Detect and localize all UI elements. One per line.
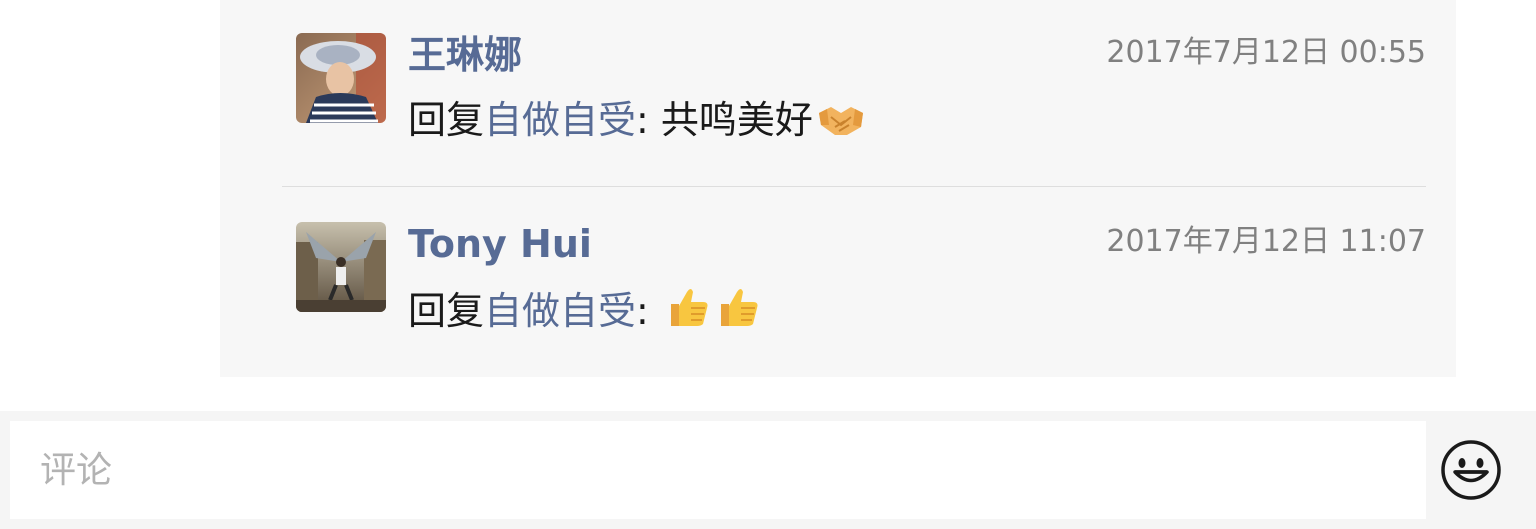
comment-text: 共鸣美好 bbox=[660, 98, 813, 142]
handshake-emoji bbox=[817, 99, 865, 151]
comment-divider bbox=[282, 186, 1426, 187]
reply-target-link[interactable]: 自做自受 bbox=[484, 289, 636, 333]
comment-time: 2017年7月12日 00:55 bbox=[1106, 35, 1426, 70]
reply-prefix: 回复 bbox=[408, 98, 485, 142]
comment-input-bar bbox=[0, 411, 1536, 529]
thumbs-up-emoji bbox=[665, 284, 711, 342]
reply-separator: : bbox=[636, 98, 661, 142]
comments-panel: 王琳娜 2017年7月12日 00:55 回复自做自受: 共鸣美好 Tony H… bbox=[220, 0, 1456, 377]
moments-comment-page: 王琳娜 2017年7月12日 00:55 回复自做自受: 共鸣美好 Tony H… bbox=[0, 0, 1536, 529]
comment-input[interactable] bbox=[10, 421, 1426, 519]
comment-content: 回复自做自受: bbox=[408, 284, 761, 342]
comment-item: Tony Hui 2017年7月12日 11:07 回复自做自受: bbox=[296, 222, 1426, 333]
comment-author[interactable]: 王琳娜 bbox=[408, 33, 522, 77]
thumbs-up-emoji bbox=[715, 284, 761, 342]
avatar[interactable] bbox=[296, 222, 386, 312]
avatar[interactable] bbox=[296, 33, 386, 123]
reply-prefix: 回复 bbox=[408, 289, 485, 333]
reply-separator: : bbox=[636, 289, 661, 333]
comment-content: 回复自做自受: 共鸣美好 bbox=[408, 95, 865, 151]
comment-item: 王琳娜 2017年7月12日 00:55 回复自做自受: 共鸣美好 bbox=[296, 33, 1426, 142]
comment-author[interactable]: Tony Hui bbox=[408, 222, 592, 266]
reply-target-link[interactable]: 自做自受 bbox=[484, 98, 636, 142]
comment-time: 2017年7月12日 11:07 bbox=[1106, 224, 1426, 259]
smiley-face-icon[interactable] bbox=[1440, 439, 1502, 501]
